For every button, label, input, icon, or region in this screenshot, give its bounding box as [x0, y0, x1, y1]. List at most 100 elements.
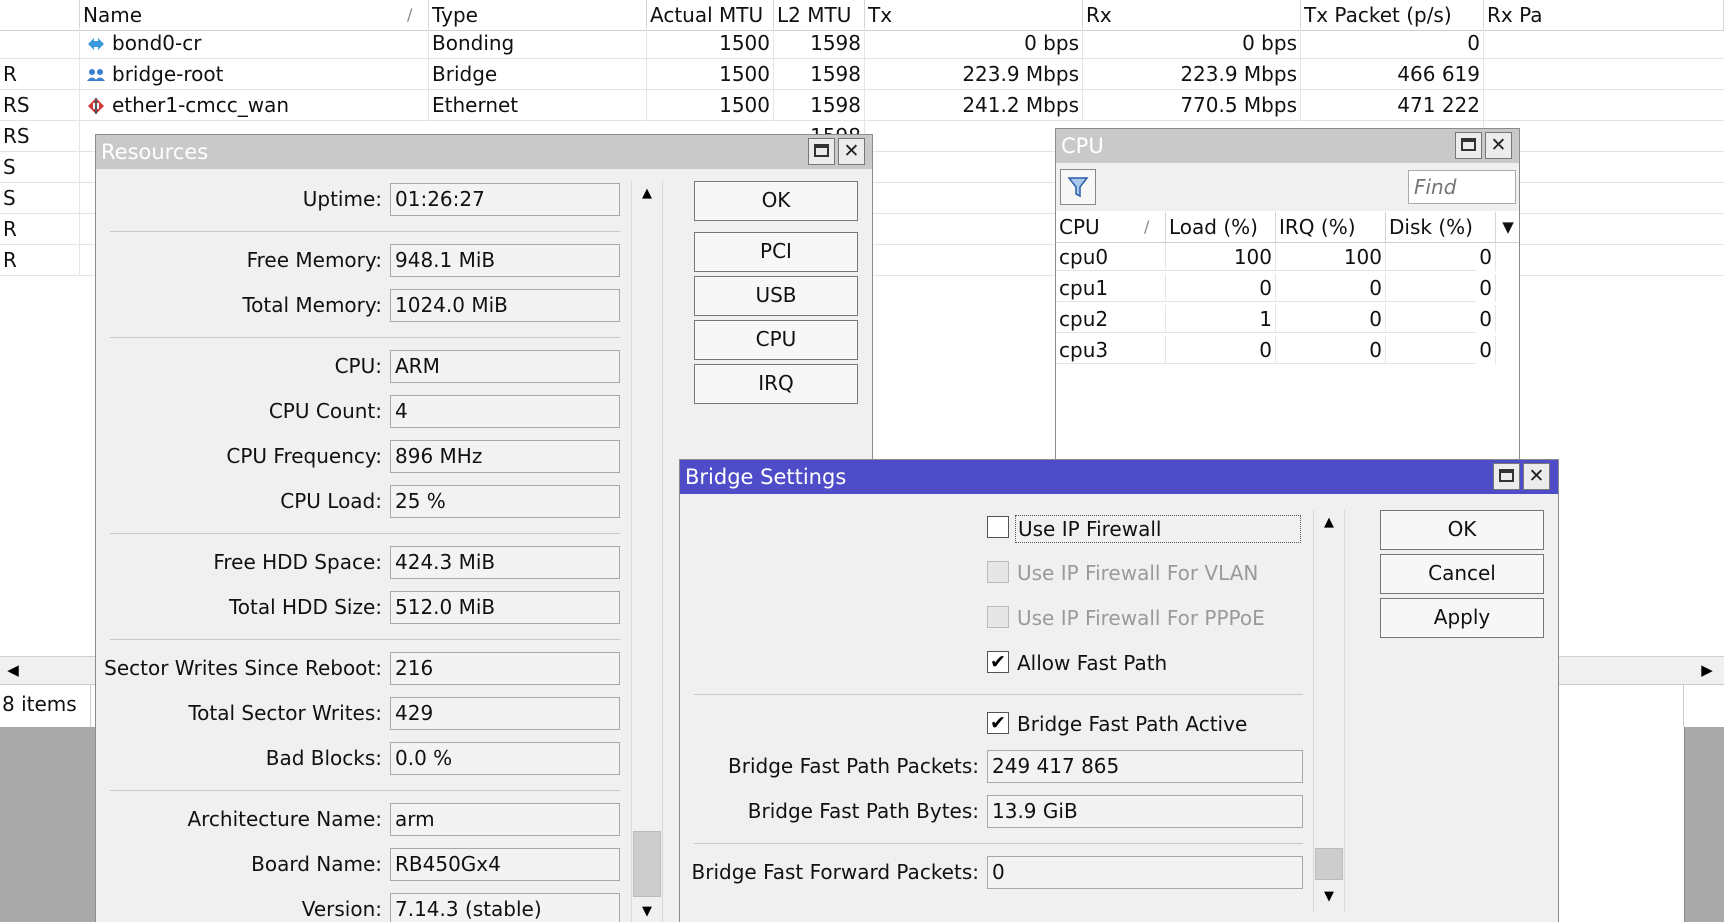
scroll-left-icon[interactable]: ◀ — [0, 657, 26, 683]
field-label: CPU Frequency: — [226, 444, 382, 468]
use-ip-firewall-vlan-label[interactable]: Use IP Firewall For VLAN — [1015, 560, 1260, 586]
table-row[interactable]: cpu0 100 100 0 — [1056, 243, 1496, 271]
cpu-irq: 0 — [1276, 274, 1386, 302]
table-row[interactable]: cpu1 0 0 0 — [1056, 274, 1496, 302]
use-ip-firewall-checkbox[interactable] — [987, 516, 1009, 538]
table-row[interactable]: bond0-cr Bonding 1500 1598 0 bps 0 bps 0 — [0, 28, 1724, 59]
cpu-button[interactable]: CPU — [694, 320, 858, 360]
cpu-name: cpu2 — [1056, 305, 1166, 333]
maximize-button[interactable] — [1455, 132, 1482, 159]
board-name-field[interactable]: RB450Gx4 — [390, 848, 620, 881]
bridge-settings-scrollbar[interactable]: ▲ ▼ — [1313, 510, 1345, 912]
fast-forward-packets-field[interactable]: 0 — [987, 856, 1303, 889]
usb-button[interactable]: USB — [694, 276, 858, 316]
scroll-up-icon[interactable]: ▲ — [1314, 510, 1344, 536]
ok-button[interactable]: OK — [1380, 510, 1544, 550]
row-type: Ethernet — [429, 90, 647, 121]
use-ip-firewall-vlan-checkbox[interactable] — [987, 561, 1009, 583]
scroll-thumb[interactable] — [1315, 848, 1343, 880]
col-header-rx-packet[interactable]: Rx Pa — [1484, 0, 1724, 31]
row-flags: RS — [0, 90, 80, 121]
col-header-l2-mtu[interactable]: L2 MTU — [774, 0, 865, 31]
col-header-cpu[interactable]: CPU / — [1056, 212, 1166, 243]
total-memory-field[interactable]: 1024.0 MiB — [390, 289, 620, 322]
col-header-actual-mtu[interactable]: Actual MTU — [647, 0, 774, 31]
total-hdd-field[interactable]: 512.0 MiB — [390, 591, 620, 624]
col-header-type[interactable]: Type — [429, 0, 647, 31]
row-flags: S — [0, 183, 80, 214]
scroll-up-icon[interactable]: ▲ — [632, 181, 662, 207]
scroll-down-icon[interactable]: ▼ — [632, 899, 662, 922]
close-button[interactable]: ✕ — [838, 138, 865, 165]
col-header-disk[interactable]: Disk (%) — [1386, 212, 1496, 243]
row-tx-packet: 466 619 — [1301, 59, 1484, 90]
total-sector-writes-field[interactable]: 429 — [390, 697, 620, 730]
field-label: Total HDD Size: — [228, 595, 382, 619]
uptime-field[interactable]: 01:26:27 — [390, 183, 620, 216]
col-header-rx[interactable]: Rx — [1083, 0, 1301, 31]
cpu-field[interactable]: ARM — [390, 350, 620, 383]
scroll-right-icon[interactable]: ▶ — [1694, 657, 1720, 683]
cpu-count-field[interactable]: 4 — [390, 395, 620, 428]
cpu-titlebar[interactable]: CPU — [1056, 129, 1519, 163]
col-header-flags[interactable] — [0, 0, 80, 31]
use-ip-firewall-label[interactable]: Use IP Firewall — [1015, 515, 1301, 543]
close-button[interactable]: ✕ — [1485, 132, 1512, 159]
fast-path-packets-field[interactable]: 249 417 865 — [987, 750, 1303, 783]
row-rx: 770.5 Mbps — [1083, 90, 1301, 121]
cpu-name: cpu0 — [1056, 243, 1166, 271]
fast-path-bytes-field[interactable]: 13.9 GiB — [987, 795, 1303, 828]
allow-fast-path-label[interactable]: Allow Fast Path — [1015, 650, 1169, 676]
pci-button[interactable]: PCI — [694, 232, 858, 272]
row-name-cell: ether1-cmcc_wan — [80, 90, 429, 121]
field-label: Bridge Fast Path Bytes: — [747, 799, 979, 823]
cpu-load-field[interactable]: 25 % — [390, 485, 620, 518]
fast-path-active-checkbox[interactable]: ✔ — [987, 712, 1009, 734]
table-row[interactable]: R bridge-root Bridge 1500 1598 223.9 Mbp… — [0, 59, 1724, 90]
cancel-button[interactable]: Cancel — [1380, 554, 1544, 594]
row-l2-mtu: 1598 — [774, 59, 865, 90]
irq-button[interactable]: IRQ — [694, 364, 858, 404]
scroll-down-icon[interactable]: ▼ — [1314, 884, 1344, 910]
resources-titlebar[interactable]: Resources — [96, 135, 872, 169]
table-row[interactable]: cpu3 0 0 0 — [1056, 336, 1496, 364]
field-label: Board Name: — [251, 852, 382, 876]
free-hdd-field[interactable]: 424.3 MiB — [390, 546, 620, 579]
sector-writes-reboot-field[interactable]: 216 — [390, 652, 620, 685]
col-header-tx[interactable]: Tx — [865, 0, 1083, 31]
allow-fast-path-checkbox[interactable]: ✔ — [987, 651, 1009, 673]
use-ip-firewall-pppoe-checkbox[interactable] — [987, 606, 1009, 628]
cpu-table: CPU / Load (%) IRQ (%) Disk (%) ▼ cpu0 10… — [1056, 212, 1519, 467]
table-row[interactable]: cpu2 1 0 0 — [1056, 305, 1496, 333]
close-button[interactable]: ✕ — [1523, 463, 1550, 490]
col-header-load[interactable]: Load (%) — [1166, 212, 1276, 243]
version-field[interactable]: 7.14.3 (stable) — [390, 893, 620, 922]
bridge-settings-titlebar[interactable]: Bridge Settings — [680, 460, 1558, 494]
row-flags: R — [0, 245, 80, 276]
scroll-thumb[interactable] — [633, 831, 661, 897]
fast-path-active-label[interactable]: Bridge Fast Path Active — [1015, 711, 1249, 737]
ok-button[interactable]: OK — [694, 181, 858, 221]
col-header-name[interactable]: Name / — [80, 0, 429, 31]
use-ip-firewall-pppoe-label[interactable]: Use IP Firewall For PPPoE — [1015, 605, 1267, 631]
background-panel — [1557, 727, 1685, 922]
bad-blocks-field[interactable]: 0.0 % — [390, 742, 620, 775]
free-memory-field[interactable]: 948.1 MiB — [390, 244, 620, 277]
cpu-frequency-field[interactable]: 896 MHz — [390, 440, 620, 473]
row-name: bridge-root — [112, 62, 224, 86]
col-header-tx-packet[interactable]: Tx Packet (p/s) — [1301, 0, 1484, 31]
col-header-irq[interactable]: IRQ (%) — [1276, 212, 1386, 243]
resources-scrollbar[interactable]: ▲ ▼ — [631, 181, 663, 922]
maximize-button[interactable] — [808, 138, 835, 165]
table-row[interactable]: RS ether1-cmcc_wan Ethernet 1500 1598 24… — [0, 90, 1724, 121]
cpu-load: 0 — [1166, 274, 1276, 302]
architecture-field[interactable]: arm — [390, 803, 620, 836]
maximize-button[interactable] — [1493, 463, 1520, 490]
field-label: Total Memory: — [242, 293, 382, 317]
field-label: CPU: — [334, 354, 382, 378]
filter-button[interactable] — [1060, 169, 1096, 205]
find-input[interactable] — [1408, 170, 1516, 204]
column-menu-icon[interactable]: ▼ — [1496, 212, 1519, 243]
field-label: Free HDD Space: — [213, 550, 382, 574]
apply-button[interactable]: Apply — [1380, 598, 1544, 638]
